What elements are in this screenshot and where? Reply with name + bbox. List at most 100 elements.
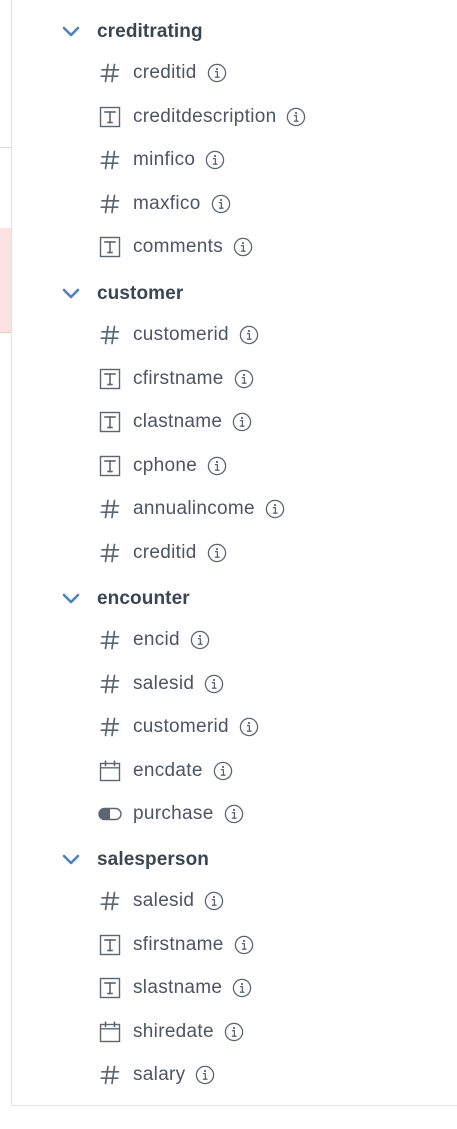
column-row-customer-annualincome[interactable]: annualincome (98, 495, 285, 523)
table-name: salesperson (97, 849, 209, 870)
column-name: customerid (133, 324, 229, 345)
column-row-salesperson-slastname[interactable]: slastname (98, 974, 252, 1002)
hash-icon (98, 323, 122, 347)
column-name: creditdescription (133, 106, 277, 127)
table-header-creditrating[interactable]: creditrating (62, 18, 203, 46)
hash-icon (98, 628, 122, 652)
chevron-down-icon[interactable] (62, 288, 80, 300)
info-icon[interactable] (239, 717, 259, 737)
column-name: slastname (133, 977, 223, 998)
info-icon[interactable] (224, 804, 244, 824)
column-row-customer-cfirstname[interactable]: cfirstname (98, 365, 254, 393)
info-icon[interactable] (234, 935, 254, 955)
info-icon[interactable] (205, 150, 225, 170)
left-panel-edge (0, 0, 11, 1129)
text-type-icon (98, 235, 122, 259)
panel-border (11, 0, 12, 1105)
column-name: creditid (133, 62, 197, 83)
table-name: customer (97, 283, 184, 304)
column-name: annualincome (133, 498, 255, 519)
column-row-creditrating-maxfico[interactable]: maxfico (98, 190, 231, 218)
column-row-encounter-purchase[interactable]: purchase (98, 800, 244, 828)
column-name: encid (133, 629, 180, 650)
column-row-encounter-customerid[interactable]: customerid (98, 713, 259, 741)
toggle-icon (98, 802, 122, 826)
column-name: shiredate (133, 1021, 214, 1042)
hash-icon (98, 148, 122, 172)
text-type-icon (98, 976, 122, 1000)
column-row-salesperson-sfirstname[interactable]: sfirstname (98, 931, 254, 959)
text-type-icon (98, 933, 122, 957)
info-icon[interactable] (195, 1065, 215, 1085)
column-name: cfirstname (133, 368, 224, 389)
info-icon[interactable] (286, 107, 306, 127)
info-icon[interactable] (239, 325, 259, 345)
column-row-creditrating-minfico[interactable]: minfico (98, 146, 225, 174)
column-name: salesid (133, 890, 195, 911)
text-type-icon (98, 105, 122, 129)
info-icon[interactable] (207, 456, 227, 476)
column-row-encounter-salesid[interactable]: salesid (98, 670, 224, 698)
panel-bottom-border (11, 1105, 457, 1106)
info-icon[interactable] (207, 63, 227, 83)
column-name: cphone (133, 455, 198, 476)
column-row-creditrating-comments[interactable]: comments (98, 233, 253, 261)
column-row-customer-clastname[interactable]: clastname (98, 408, 252, 436)
info-icon[interactable] (211, 194, 231, 214)
info-icon[interactable] (213, 761, 233, 781)
column-row-creditrating-creditdescription[interactable]: creditdescription (98, 103, 306, 131)
hash-icon (98, 541, 122, 565)
column-name: customerid (133, 716, 229, 737)
calendar-icon (98, 759, 122, 783)
chevron-down-icon[interactable] (62, 593, 80, 605)
hash-icon (98, 61, 122, 85)
table-name: encounter (97, 588, 190, 609)
column-name: maxfico (133, 193, 201, 214)
column-row-creditrating-creditid[interactable]: creditid (98, 59, 227, 87)
info-icon[interactable] (232, 978, 252, 998)
hash-icon (98, 192, 122, 216)
table-header-salesperson[interactable]: salesperson (62, 846, 209, 874)
left-panel-divider (0, 147, 11, 148)
info-icon[interactable] (232, 412, 252, 432)
table-header-encounter[interactable]: encounter (62, 585, 190, 613)
table-name: creditrating (97, 21, 203, 42)
column-name: salesid (133, 673, 195, 694)
column-row-salesperson-shiredate[interactable]: shiredate (98, 1018, 244, 1046)
column-row-salesperson-salary[interactable]: salary (98, 1061, 215, 1089)
info-icon[interactable] (234, 369, 254, 389)
hash-icon (98, 1063, 122, 1087)
info-icon[interactable] (190, 630, 210, 650)
hash-icon (98, 715, 122, 739)
chevron-down-icon[interactable] (62, 26, 80, 38)
chevron-down-icon[interactable] (62, 854, 80, 866)
calendar-icon (98, 1020, 122, 1044)
hash-icon (98, 672, 122, 696)
column-row-salesperson-salesid[interactable]: salesid (98, 887, 224, 915)
info-icon[interactable] (233, 237, 253, 257)
column-name: salary (133, 1064, 186, 1085)
info-icon[interactable] (204, 674, 224, 694)
column-row-customer-cphone[interactable]: cphone (98, 452, 227, 480)
info-icon[interactable] (265, 499, 285, 519)
column-row-encounter-encid[interactable]: encid (98, 626, 210, 654)
hash-icon (98, 497, 122, 521)
text-type-icon (98, 454, 122, 478)
text-type-icon (98, 410, 122, 434)
column-name: minfico (133, 149, 196, 170)
column-name: comments (133, 236, 224, 257)
info-icon[interactable] (204, 891, 224, 911)
column-row-customer-customerid[interactable]: customerid (98, 321, 259, 349)
table-header-customer[interactable]: customer (62, 280, 183, 308)
hash-icon (98, 889, 122, 913)
column-name: encdate (133, 760, 203, 781)
info-icon[interactable] (224, 1022, 244, 1042)
column-row-encounter-encdate[interactable]: encdate (98, 757, 233, 785)
column-name: purchase (133, 803, 214, 824)
column-name: clastname (133, 411, 223, 432)
text-type-icon (98, 367, 122, 391)
column-row-customer-creditid[interactable]: creditid (98, 539, 227, 567)
info-icon[interactable] (207, 543, 227, 563)
column-name: creditid (133, 542, 197, 563)
column-name: sfirstname (133, 934, 224, 955)
